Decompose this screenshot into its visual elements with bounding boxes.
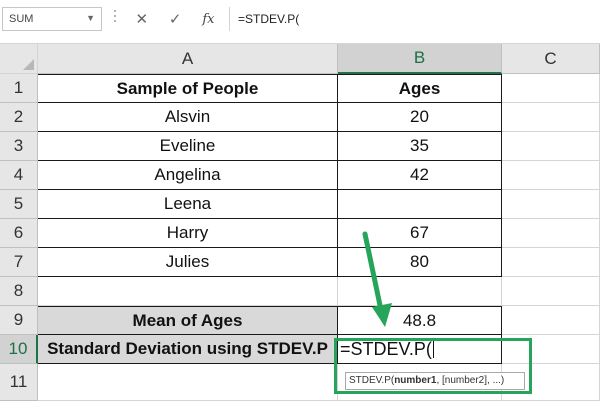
annotation-arrow-icon: [362, 231, 392, 327]
